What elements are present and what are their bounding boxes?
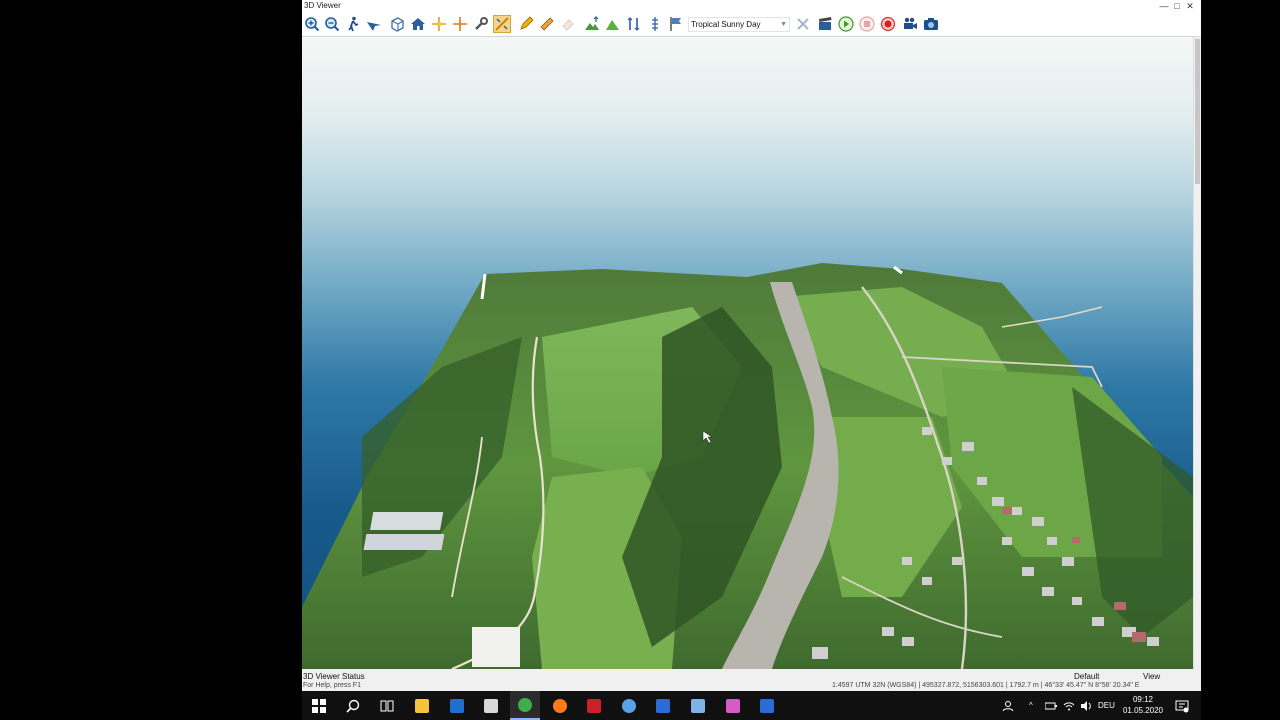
sky-preset-select[interactable]: Tropical Sunny Day ▼ <box>688 17 790 32</box>
app-window: 3D Viewer — □ ✕ Tropical Sunny Day ▼ 3D … <box>302 0 1201 691</box>
elevation-scale-icon[interactable] <box>646 15 664 33</box>
visio-icon[interactable] <box>648 691 678 720</box>
left-black-area <box>0 0 302 720</box>
app-window-icon[interactable] <box>476 691 506 720</box>
tray-language[interactable]: DEU <box>1098 691 1115 720</box>
taskbar: ^ DEU 09:12 01.05.2020 <box>302 691 1201 720</box>
notification-icon[interactable] <box>1175 691 1189 720</box>
minimize-button[interactable]: — <box>1158 0 1170 12</box>
status-mode: View <box>1143 672 1161 681</box>
video-camera-icon[interactable] <box>901 15 919 33</box>
start-icon[interactable] <box>304 691 334 720</box>
zoom-in-icon[interactable] <box>303 15 321 33</box>
status-help: For Help, press F1 <box>303 682 361 689</box>
stop-icon[interactable] <box>858 15 876 33</box>
crosshair-icon[interactable] <box>451 15 469 33</box>
sky-preset-value: Tropical Sunny Day <box>691 20 761 29</box>
clapperboard-icon[interactable] <box>816 15 834 33</box>
maximize-button[interactable]: □ <box>1171 0 1183 12</box>
scrollbar-thumb[interactable] <box>1195 39 1200 184</box>
camera-icon[interactable] <box>922 15 940 33</box>
terrain-model <box>302 263 1193 669</box>
outlook-icon[interactable] <box>442 691 472 720</box>
red-app-icon[interactable] <box>579 691 609 720</box>
fly-icon[interactable] <box>365 15 383 33</box>
center-point-icon[interactable] <box>430 15 448 33</box>
clear-tools-icon[interactable] <box>794 15 812 33</box>
wrench-icon[interactable] <box>472 15 490 33</box>
firefox-icon[interactable] <box>545 691 575 720</box>
image-app-icon[interactable] <box>683 691 713 720</box>
flag-icon[interactable] <box>667 15 685 33</box>
globe-app-icon[interactable] <box>614 691 644 720</box>
walk-icon[interactable] <box>344 15 362 33</box>
measure-mode-icon[interactable] <box>493 15 511 33</box>
clock-time: 09:12 <box>1132 695 1154 704</box>
terrain-icon[interactable] <box>604 15 622 33</box>
taskbar-clock[interactable]: 09:12 01.05.2020 <box>1117 694 1169 716</box>
tray-chevron-up-icon[interactable]: ^ <box>1029 691 1033 720</box>
file-explorer-icon[interactable] <box>407 691 437 720</box>
3d-viewport[interactable] <box>302 37 1193 669</box>
search-icon[interactable] <box>338 691 368 720</box>
title-bar: 3D Viewer — □ ✕ <box>302 0 1201 12</box>
tray-people-icon[interactable] <box>1002 691 1014 720</box>
vertical-scrollbar[interactable] <box>1193 37 1201 669</box>
close-button[interactable]: ✕ <box>1184 0 1196 12</box>
pen-app-icon[interactable] <box>718 691 748 720</box>
right-black-area <box>1201 0 1280 720</box>
status-coordinates: 1:4597 UTM 32N (WGS84) | 495327.872, 515… <box>832 682 1140 689</box>
task-view-icon[interactable] <box>372 691 402 720</box>
clock-date: 01.05.2020 <box>1122 706 1164 715</box>
toolbar: Tropical Sunny Day ▼ <box>302 12 1201 37</box>
record-icon[interactable] <box>879 15 897 33</box>
cube-view-icon[interactable] <box>388 15 406 33</box>
status-bar: 3D Viewer Status For Help, press F1 1:45… <box>302 669 1201 691</box>
elevation-icon[interactable] <box>625 15 643 33</box>
tray-battery-icon[interactable] <box>1045 691 1057 720</box>
v-app-icon[interactable] <box>752 691 782 720</box>
status-scheme: Default <box>1074 672 1100 681</box>
chrome-icon[interactable] <box>510 691 540 720</box>
status-title: 3D Viewer Status <box>303 672 365 681</box>
eraser-icon[interactable] <box>559 15 577 33</box>
terrain-up-icon[interactable] <box>583 15 601 33</box>
play-icon[interactable] <box>837 15 855 33</box>
window-title: 3D Viewer <box>304 1 341 10</box>
tray-volume-icon[interactable] <box>1080 691 1092 720</box>
chevron-down-icon: ▼ <box>780 21 787 28</box>
zoom-out-icon[interactable] <box>323 15 341 33</box>
ruler-icon[interactable] <box>538 15 556 33</box>
pencil-icon[interactable] <box>517 15 535 33</box>
home-icon[interactable] <box>409 15 427 33</box>
tray-network-icon[interactable] <box>1063 691 1075 720</box>
